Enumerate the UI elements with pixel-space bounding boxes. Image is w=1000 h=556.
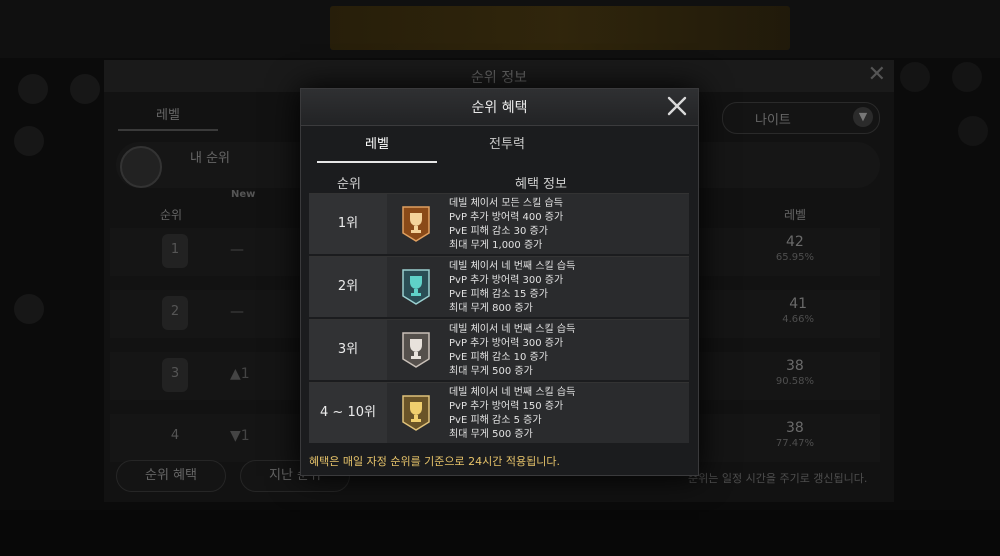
level-percent: 65.95% xyxy=(775,252,814,263)
benefit-line: PvP 추가 방어력 150 증가 xyxy=(449,401,564,412)
level-percent: 77.47% xyxy=(775,438,814,449)
benefit-line: 데빌 체이서 네 번째 스킬 습득 xyxy=(449,324,576,335)
benefit-line: PvE 피해 감소 30 증가 xyxy=(449,226,548,237)
level-number: 38 xyxy=(786,420,804,436)
rank-number: 2 xyxy=(170,304,180,319)
column-rank: 순위 xyxy=(337,177,361,192)
column-rank: 순위 xyxy=(160,208,183,222)
benefit-line: PvE 피해 감소 5 증가 xyxy=(449,415,542,426)
level-percent: 4.66% xyxy=(782,314,814,325)
new-badge: New xyxy=(231,189,256,200)
reward-list: 1위 데빌 체이서 모든 스킬 습득 PvP 추가 방어력 400 증가 PvE… xyxy=(309,193,689,445)
rank-info-title: 순위 정보 xyxy=(471,70,527,86)
modal-header: 순위 혜택 xyxy=(301,89,698,126)
tab-combat-power[interactable]: 전투력 xyxy=(447,133,567,161)
teal-trophy-medal-icon xyxy=(401,268,431,306)
modal-title: 순위 혜택 xyxy=(471,100,528,116)
rank-number: 4 xyxy=(170,428,180,443)
rank-info-tabs: 레벨 xyxy=(118,100,298,131)
reward-rank: 2위 xyxy=(309,257,387,317)
top-hud xyxy=(0,0,1000,58)
gold-small-trophy-medal-icon xyxy=(401,394,431,432)
reward-rank: 4 ~ 10위 xyxy=(309,383,387,443)
column-level: 레벨 xyxy=(784,208,807,222)
level-value: 38 90.58% xyxy=(776,358,814,390)
reward-note: 혜택은 매일 자정 순위를 기준으로 24시간 적용됩니다. xyxy=(309,455,560,468)
rank-number: 3 xyxy=(170,366,180,381)
home-icon[interactable] xyxy=(900,62,930,92)
rank-change: ▼1 xyxy=(230,428,250,444)
reward-row: 1위 데빌 체이서 모든 스킬 습득 PvP 추가 방어력 400 증가 PvE… xyxy=(309,193,689,254)
pet-icon[interactable] xyxy=(14,294,44,324)
rank-change: — xyxy=(230,242,244,258)
rank-change: ▲1 xyxy=(230,366,250,382)
reward-row: 2위 데빌 체이서 네 번째 스킬 습득 PvP 추가 방어력 300 증가 P… xyxy=(309,256,689,317)
left-side-icons xyxy=(0,60,104,500)
tab-level[interactable]: 레벨 xyxy=(317,133,437,163)
close-icon[interactable] xyxy=(664,93,690,119)
rank-number: 1 xyxy=(170,242,180,257)
level-value: 38 77.47% xyxy=(776,420,814,452)
reward-row: 4 ~ 10위 데빌 체이서 네 번째 스킬 습득 PvP 추가 방어력 150… xyxy=(309,382,689,443)
benefit-line: 최대 무게 500 증가 xyxy=(449,429,533,440)
my-rank-label: 내 순위 xyxy=(190,151,231,166)
level-number: 38 xyxy=(786,358,804,374)
rank-reward-modal: 순위 혜택 레벨 전투력 순위 혜택 정보 1위 데빌 체이서 모든 스킬 습득… xyxy=(300,88,699,476)
silver-trophy-medal-icon xyxy=(401,331,431,369)
level-percent: 90.58% xyxy=(775,376,814,387)
quest-icon[interactable] xyxy=(18,74,48,104)
reward-rank: 3위 xyxy=(309,320,387,380)
bottom-hud xyxy=(0,510,1000,556)
reward-rank: 1위 xyxy=(309,194,387,254)
rank-change: — xyxy=(230,304,244,320)
benefit-line: PvP 추가 방어력 300 증가 xyxy=(449,275,564,286)
class-select-value: 나이트 xyxy=(755,113,791,128)
level-number: 42 xyxy=(786,234,804,250)
gold-trophy-medal-icon xyxy=(401,205,431,243)
class-select[interactable]: 나이트 ▼ xyxy=(722,102,880,134)
level-number: 41 xyxy=(789,296,808,312)
refresh-note: 순위는 일정 시간을 주기로 갱신됩니다. xyxy=(688,472,868,485)
benefit-lines: 데빌 체이서 네 번째 스킬 습득 PvP 추가 방어력 300 증가 PvE … xyxy=(449,260,575,316)
benefit-line: PvP 추가 방어력 300 증가 xyxy=(449,338,564,349)
modal-tabs: 레벨 전투력 xyxy=(317,133,587,163)
benefit-line: 최대 무게 1,000 증가 xyxy=(449,240,543,251)
benefit-line: 최대 무게 800 증가 xyxy=(449,303,533,314)
side-close-icon[interactable] xyxy=(958,116,988,146)
benefit-line: 데빌 체이서 네 번째 스킬 습득 xyxy=(449,261,576,272)
benefit-lines: 데빌 체이서 모든 스킬 습득 PvP 추가 방어력 400 증가 PvE 피해… xyxy=(449,197,563,253)
top-banner xyxy=(330,6,790,50)
map-pin-icon[interactable] xyxy=(952,62,982,92)
level-value: 41 4.66% xyxy=(782,296,814,328)
benefit-line: 데빌 체이서 모든 스킬 습득 xyxy=(449,198,563,209)
rank-emblem-icon xyxy=(120,146,162,188)
level-value: 42 65.95% xyxy=(776,234,814,266)
benefit-line: PvE 피해 감소 15 증가 xyxy=(449,289,548,300)
close-icon[interactable]: ✕ xyxy=(868,62,886,87)
benefit-line: 데빌 체이서 네 번째 스킬 습득 xyxy=(449,387,576,398)
rank-reward-button[interactable]: 순위 혜택 xyxy=(116,460,226,492)
benefit-lines: 데빌 체이서 네 번째 스킬 습득 PvP 추가 방어력 150 증가 PvE … xyxy=(449,386,575,442)
column-benefit: 혜택 정보 xyxy=(515,177,567,192)
benefit-line: 최대 무게 500 증가 xyxy=(449,366,533,377)
reward-row: 3위 데빌 체이서 네 번째 스킬 습득 PvP 추가 방어력 300 증가 P… xyxy=(309,319,689,380)
tab-level[interactable]: 레벨 xyxy=(118,104,218,131)
benefit-lines: 데빌 체이서 네 번째 스킬 습득 PvP 추가 방어력 300 증가 PvE … xyxy=(449,323,575,379)
chevron-down-icon: ▼ xyxy=(853,107,873,127)
benefit-line: PvE 피해 감소 10 증가 xyxy=(449,352,548,363)
benefit-line: PvP 추가 방어력 400 증가 xyxy=(449,212,564,223)
boss-icon[interactable] xyxy=(70,74,100,104)
event-icon[interactable] xyxy=(14,126,44,156)
